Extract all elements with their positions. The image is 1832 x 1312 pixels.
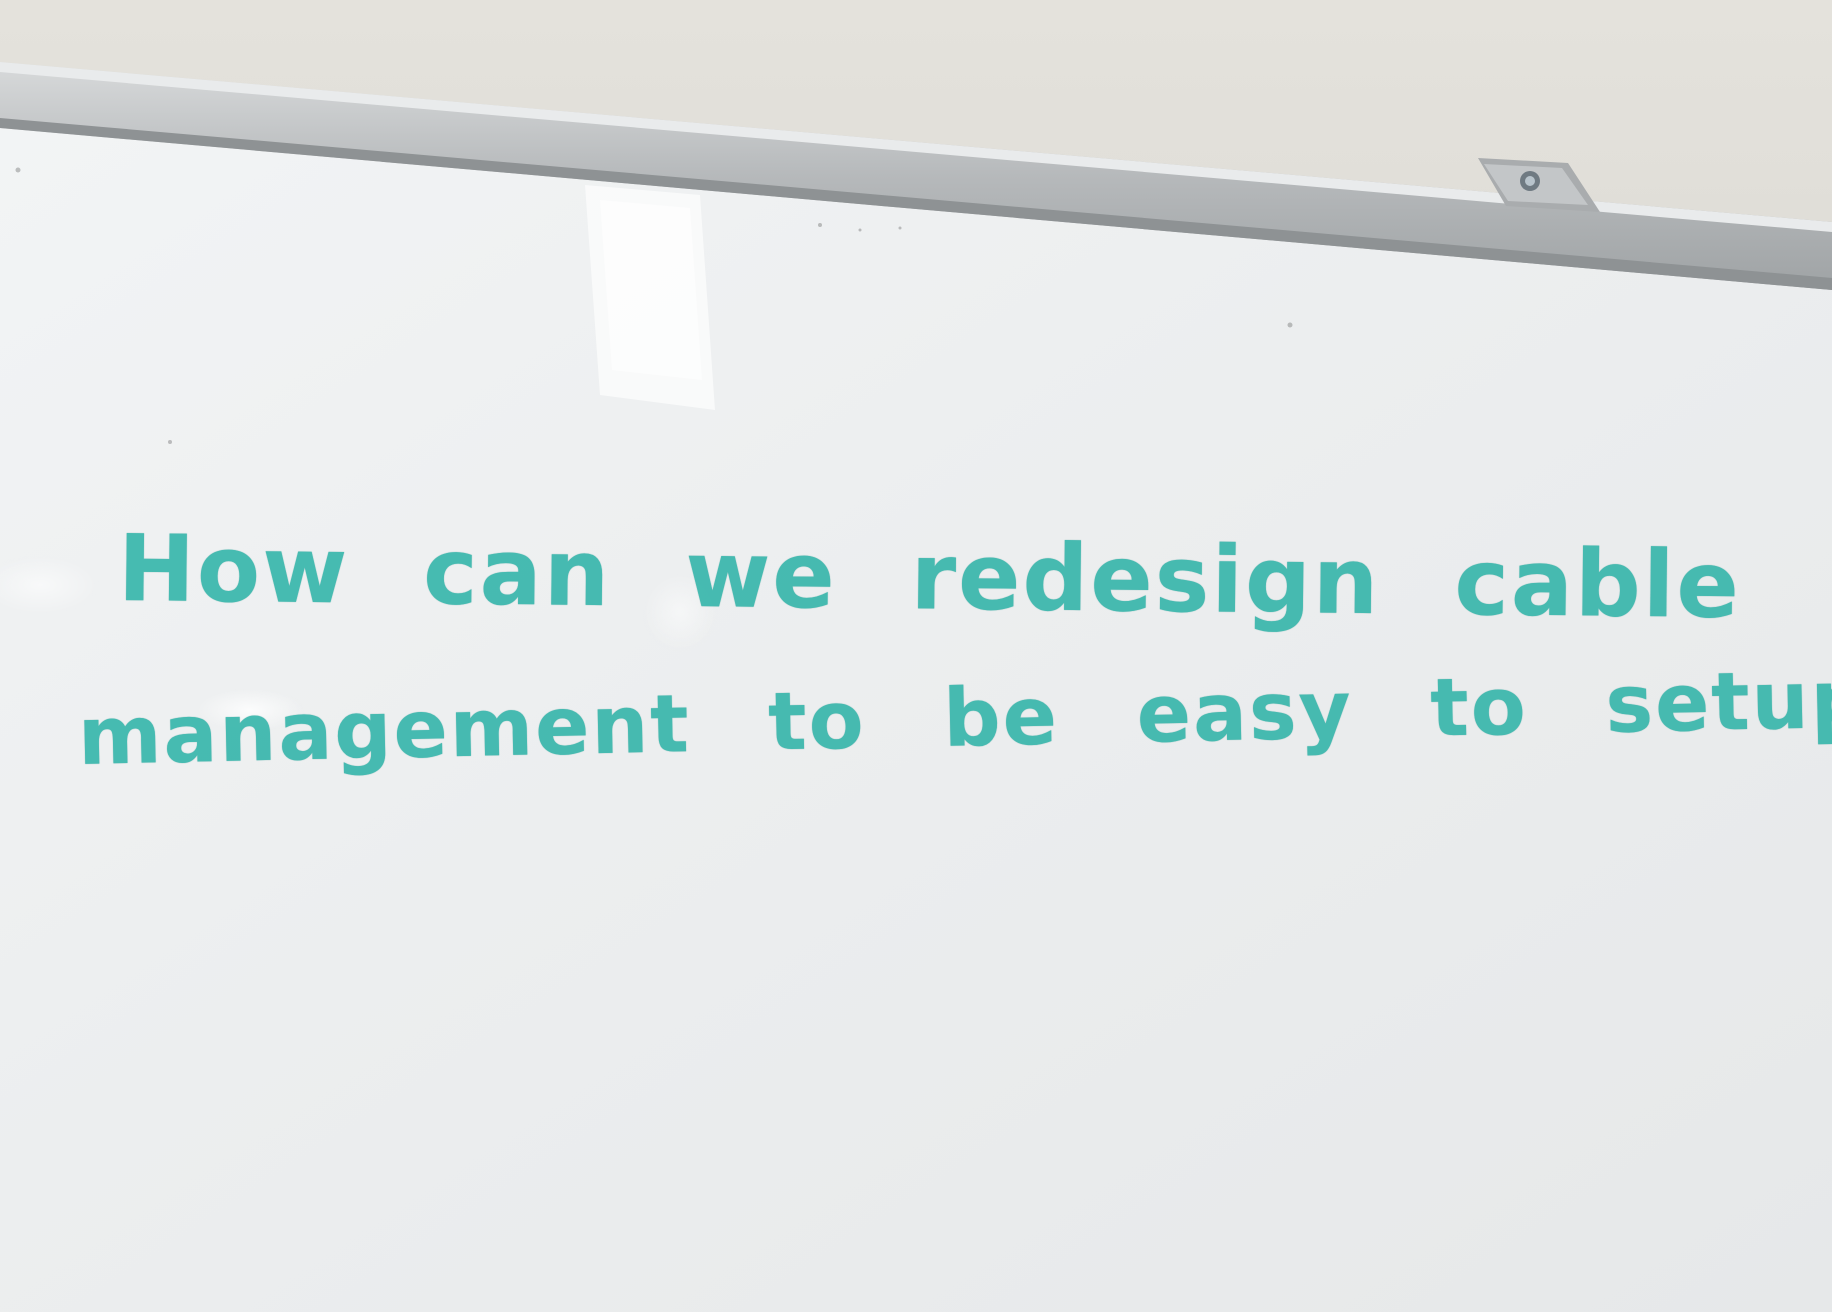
handwritten-question: How can we redesign cable management to … bbox=[0, 0, 1832, 1312]
handwritten-line-2: management to be easy to setup? bbox=[77, 651, 1832, 783]
photo-scene: How can we redesign cable management to … bbox=[0, 0, 1832, 1312]
handwritten-line-1: How can we redesign cable bbox=[117, 515, 1742, 639]
